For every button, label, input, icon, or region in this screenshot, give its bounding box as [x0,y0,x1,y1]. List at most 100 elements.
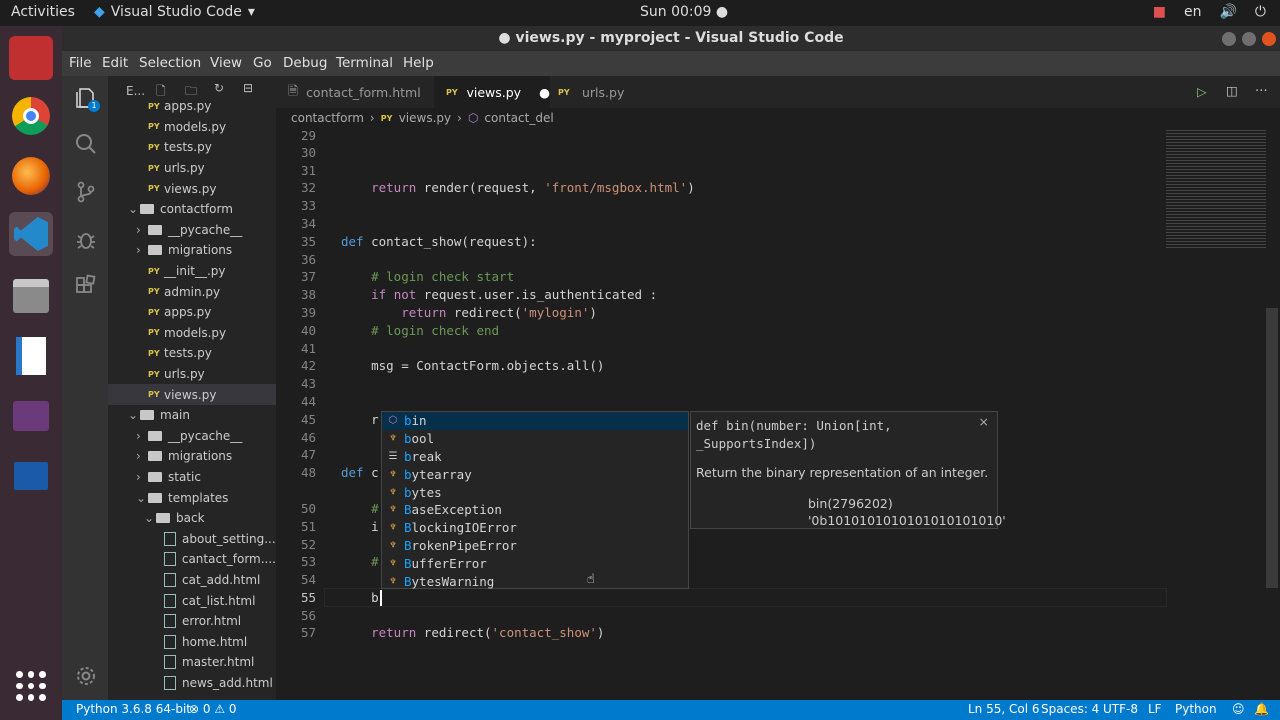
run-icon[interactable]: ▷ [1197,84,1207,99]
tree-item[interactable]: ⌄ main [108,405,276,426]
suggestion-item[interactable]: ♆ bool [382,430,688,448]
vscode-dock-icon[interactable] [9,212,53,256]
search-icon[interactable] [74,132,98,156]
apps-icon[interactable] [9,36,53,80]
activities-button[interactable]: Activities [11,4,75,20]
folder-icon [148,430,162,441]
python-interpreter[interactable]: Python 3.6.8 64-bit [76,702,191,716]
split-editor-icon[interactable]: ◫ [1226,83,1238,98]
firefox-icon[interactable] [9,154,53,198]
tree-item[interactable]: › migrations [108,446,276,467]
tree-item[interactable]: news_add.html [108,673,276,694]
python-file-icon: PY [148,328,160,338]
writer-icon[interactable] [9,334,53,378]
menu-help[interactable]: Help [403,55,434,71]
scrollbar[interactable] [1266,308,1278,588]
close-icon[interactable]: × [979,414,989,429]
more-actions-icon[interactable]: ⋯ [1255,82,1268,97]
menu-file[interactable]: File [69,55,92,71]
feedback-icon[interactable]: ☺ [1232,702,1245,716]
refresh-icon[interactable]: ↻ [214,81,224,95]
tree-item[interactable]: master.html [108,652,276,673]
suggestion-item[interactable]: ☰ break [382,448,688,466]
notifications-icon[interactable]: 🔔 [1254,702,1269,716]
tree-item[interactable]: home.html [108,632,276,653]
suggestion-item[interactable]: ⬡ bin [382,412,688,430]
minimap[interactable] [1166,128,1266,248]
cursor-position[interactable]: Ln 55, Col 6 [968,702,1040,716]
menu-edit[interactable]: Edit [102,55,128,71]
tree-item[interactable]: PY apps.py [108,96,276,117]
language-mode[interactable]: Python [1175,702,1217,716]
indentation[interactable]: Spaces: 4 [1041,702,1099,716]
tree-item[interactable]: cantact_form.... [108,549,276,570]
menu-terminal[interactable]: Terminal [336,55,393,71]
chrome-icon[interactable] [9,94,53,138]
suggestion-item[interactable]: ♆ bytes [382,483,688,501]
tree-item[interactable]: › migrations [108,240,276,261]
tree-item[interactable]: cat_list.html [108,590,276,611]
window-titlebar[interactable]: ● views.py - myproject - Visual Studio C… [62,26,1280,51]
tree-item[interactable]: › __pycache__ [108,426,276,447]
network-icon[interactable] [9,454,53,498]
tree-item[interactable]: PY models.py [108,323,276,344]
breadcrumb-symbol[interactable]: contact_del [484,111,553,125]
source-control-icon[interactable] [74,180,98,204]
tree-item[interactable]: › __pycache__ [108,220,276,241]
tree-item[interactable]: PY models.py [108,117,276,138]
tree-item[interactable]: PY tests.py [108,343,276,364]
show-apps-icon[interactable] [9,664,53,708]
tab-contact-form-html[interactable]: 🗎 contact_form.html [276,76,428,108]
encoding[interactable]: UTF-8 [1103,702,1138,716]
explorer-icon[interactable]: 1 [74,86,100,112]
clock[interactable]: Sun 00:09 ● [640,4,728,20]
tab-views-py[interactable]: PY views.py ● [434,76,550,108]
collapse-all-icon[interactable]: ⊟ [243,81,253,95]
tree-item[interactable]: PY views.py [108,178,276,199]
tree-item[interactable]: PY tests.py [108,137,276,158]
system-tray[interactable]: ■ en 🔊 ⏻ [1153,4,1266,20]
line-ending[interactable]: LF [1148,702,1162,716]
tree-item[interactable]: PY views.py [108,384,276,405]
tree-item[interactable]: PY urls.py [108,364,276,385]
minimize-button[interactable] [1222,32,1236,46]
debug-icon[interactable] [74,228,98,252]
autocomplete-list[interactable]: ⬡ bin ♆ bool ☰ break ♆ bytearray ♆ bytes ♆ BaseExce… [381,411,689,589]
tree-item[interactable]: cat_add.html [108,570,276,591]
breadcrumb-file[interactable]: views.py [399,111,451,125]
tree-item[interactable]: ⌄ contactform [108,199,276,220]
tree-item[interactable]: PY __init__.py [108,261,276,282]
menu-debug[interactable]: Debug [283,55,327,71]
tree-item[interactable]: about_setting... [108,529,276,550]
menu-view[interactable]: View [210,55,242,71]
tree-item[interactable]: PY urls.py [108,158,276,179]
tree-item[interactable]: error.html [108,611,276,632]
suggestion-item[interactable]: ♆ bytearray [382,465,688,483]
tree-item-label: apps.py [164,305,212,320]
video-icon[interactable] [9,394,53,438]
breadcrumb-folder[interactable]: contactform [291,111,364,125]
language-indicator[interactable]: en [1184,4,1202,20]
tree-item[interactable]: PY admin.py [108,281,276,302]
suggestion-item[interactable]: ♆ BrokenPipeError [382,537,688,555]
tree-item[interactable]: › static [108,467,276,488]
close-button[interactable] [1262,32,1276,46]
files-icon[interactable] [9,274,53,318]
suggestion-item[interactable]: ♆ BufferError [382,554,688,572]
tree-item[interactable]: ⌄ templates [108,487,276,508]
maximize-button[interactable] [1242,32,1256,46]
suggestion-item[interactable]: ♆ BytesWarning [382,572,688,590]
extensions-icon[interactable] [74,274,98,298]
suggestion-item[interactable]: ♆ BaseException [382,501,688,519]
suggestion-item[interactable]: ♆ BlockingIOError [382,519,688,537]
menu-go[interactable]: Go [253,55,272,71]
tree-item[interactable]: ⌄ back [108,508,276,529]
problems-indicator[interactable]: ⊗ 0 ⚠ 0 [189,702,237,716]
tab-urls-py[interactable]: PY urls.py [546,76,656,108]
menu-selection[interactable]: Selection [139,55,201,71]
app-menu[interactable]: ◆ Visual Studio Code ▾ [94,4,255,20]
settings-gear-icon[interactable] [74,664,98,688]
line-number: 44 [300,394,316,409]
match-highlight: b [404,431,412,447]
tree-item[interactable]: PY apps.py [108,302,276,323]
